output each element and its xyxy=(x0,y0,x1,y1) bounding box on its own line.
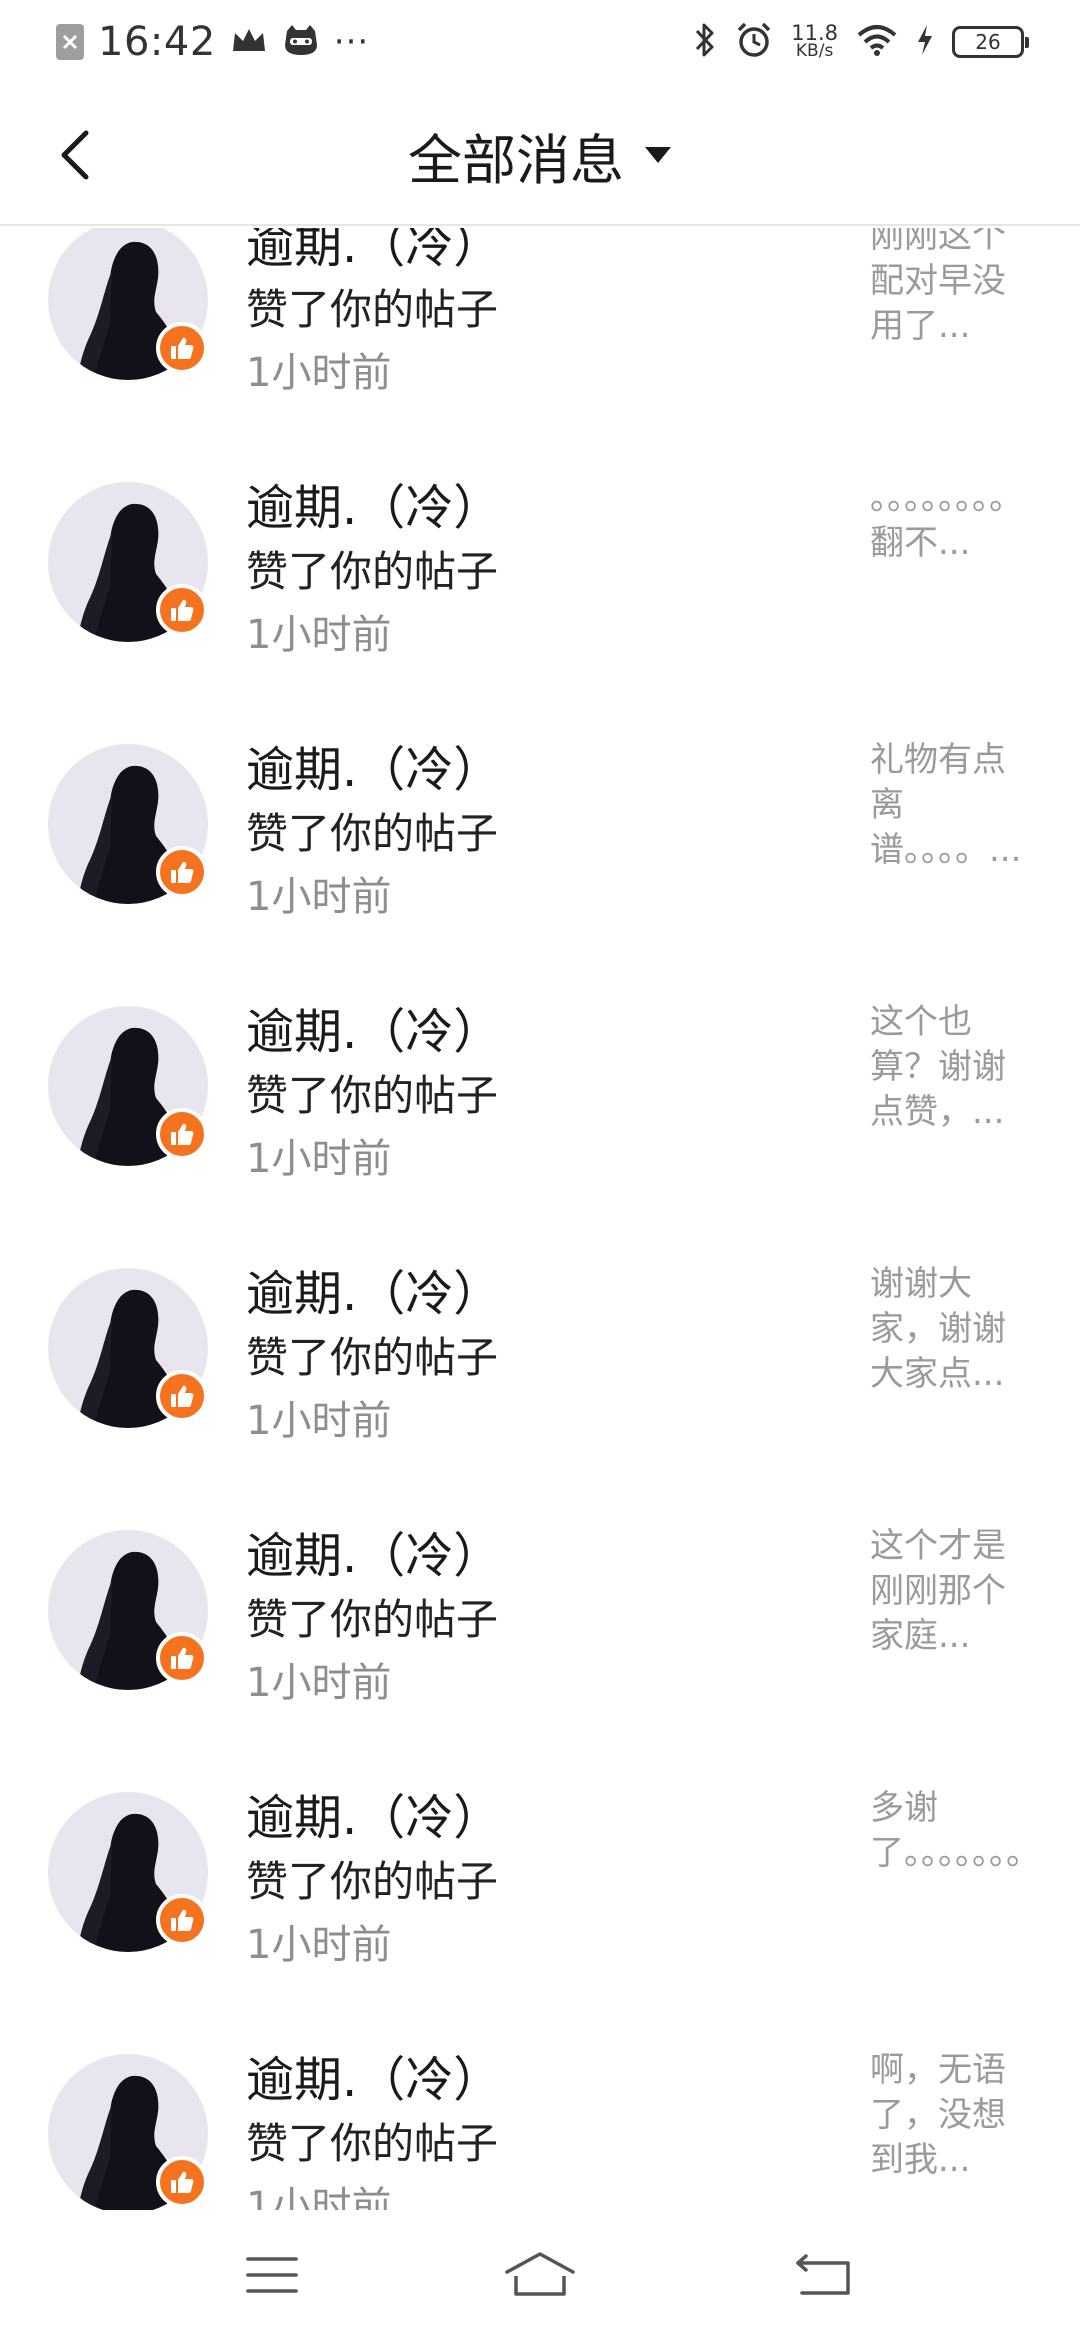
return-icon xyxy=(796,2254,850,2295)
like-badge xyxy=(156,584,208,636)
nav-home-button[interactable] xyxy=(500,2242,580,2308)
sender-name[interactable]: 逾期.（冷） xyxy=(246,992,501,1062)
message-action: 赞了你的帖子 xyxy=(246,1595,499,1644)
like-badge xyxy=(156,846,208,898)
status-time: 16:42 xyxy=(98,19,216,65)
post-preview[interactable]: 刚刚这个配对早没用了... xyxy=(870,228,1030,349)
message-item[interactable]: 逾期.（冷） 赞了你的帖子 1小时前 刚刚这个配对早没用了... xyxy=(0,228,1080,472)
message-item[interactable]: 逾期.（冷） 赞了你的帖子 1小时前 礼物有点离谱。。。。... xyxy=(0,734,1080,996)
message-action: 赞了你的帖子 xyxy=(246,285,499,334)
sender-name[interactable]: 逾期.（冷） xyxy=(246,468,501,538)
system-nav-bar xyxy=(0,2210,1080,2340)
cat-face-icon xyxy=(282,23,320,61)
message-item[interactable]: 逾期.（冷） 赞了你的帖子 1小时前 谢谢大家，谢谢大家点... xyxy=(0,1258,1080,1520)
message-list[interactable]: 逾期.（冷） 赞了你的帖子 1小时前 刚刚这个配对早没用了... 逾期.（冷） 赞了你的帖… xyxy=(0,228,1080,2210)
message-filter-dropdown[interactable]: 全部消息 xyxy=(0,118,1080,192)
nav-back-button[interactable] xyxy=(784,2242,864,2308)
post-preview[interactable]: 多谢了。。。。。。。... xyxy=(870,1786,1030,1876)
like-badge xyxy=(156,2156,208,2208)
nav-menu-button[interactable] xyxy=(232,2242,312,2308)
thumbs-up-icon xyxy=(171,861,194,883)
post-preview[interactable]: 礼物有点离谱。。。。... xyxy=(870,738,1030,873)
sender-name[interactable]: 逾期.（冷） xyxy=(246,1516,501,1586)
thumbs-up-icon xyxy=(171,337,194,359)
message-time: 1小时前 xyxy=(246,350,392,396)
status-bar-left: 16:42 ··· xyxy=(56,19,383,65)
message-time: 1小时前 xyxy=(246,1922,392,1968)
status-bar-right: 11.8 KB/s 26 xyxy=(675,21,1029,63)
sender-name[interactable]: 逾期.（冷） xyxy=(246,228,501,276)
message-item[interactable]: 逾期.（冷）赞了你的帖子1小时前多谢了。。。。。。。... xyxy=(0,1782,1080,2044)
top-header: 全部消息 xyxy=(0,84,1080,226)
network-speed-unit: KB/s xyxy=(795,41,834,61)
post-preview[interactable]: 。。。。。。。。翻不... xyxy=(870,476,1030,566)
message-action: 赞了你的帖子 xyxy=(246,1857,499,1906)
message-time: 1小时前 xyxy=(246,1660,392,1706)
thumbs-up-icon xyxy=(171,1123,194,1145)
message-item[interactable]: 逾期.（冷） 赞了你的帖子 1小时前 这个才是刚刚那个家庭... xyxy=(0,1520,1080,1782)
alarm-clock-icon xyxy=(735,21,773,63)
more-notifications-icon: ··· xyxy=(333,22,370,62)
message-time: 1小时前 xyxy=(246,1398,392,1444)
network-speed-value: 11.8 xyxy=(791,21,838,45)
network-speed: 11.8 KB/s xyxy=(791,21,838,61)
menu-icon xyxy=(246,2257,298,2293)
sender-name[interactable]: 逾期.（冷） xyxy=(246,730,501,800)
page-title: 全部消息 xyxy=(408,128,624,192)
sender-name[interactable]: 逾期.（冷） xyxy=(246,1254,501,1324)
thumbs-up-icon xyxy=(171,599,194,621)
crown-icon xyxy=(230,25,268,59)
post-preview[interactable]: 谢谢大家，谢谢大家点... xyxy=(870,1262,1030,1397)
battery-level: 26 xyxy=(975,30,1001,54)
app-root: 16:42 ··· 11.8 KB/s 26 全部消息 逾期.（冷） 赞了你的帖… xyxy=(0,0,1080,2340)
charging-bolt-icon xyxy=(916,24,934,60)
message-item[interactable]: 逾期.（冷） 赞了你的帖子 1小时前 啊，无语了，没想到我... xyxy=(0,2044,1080,2210)
thumbs-up-icon xyxy=(171,1909,194,1931)
message-time: 1小时前 xyxy=(246,2184,392,2210)
home-icon xyxy=(505,2252,575,2296)
like-badge xyxy=(156,1894,208,1946)
message-action: 赞了你的帖子 xyxy=(246,809,499,858)
post-preview[interactable]: 啊，无语了，没想到我... xyxy=(870,2048,1030,2183)
post-preview[interactable]: 这个也算？谢谢点赞，... xyxy=(870,1000,1030,1135)
message-item[interactable]: 逾期.（冷） 赞了你的帖子 1小时前 这个也算？谢谢点赞，... xyxy=(0,996,1080,1258)
like-badge xyxy=(156,1370,208,1422)
thumbs-up-icon xyxy=(171,2171,194,2193)
message-action: 赞了你的帖子 xyxy=(246,1333,499,1382)
battery-indicator: 26 xyxy=(952,26,1029,58)
message-action: 赞了你的帖子 xyxy=(246,1071,499,1120)
sender-name[interactable]: 逾期.（冷） xyxy=(246,1778,501,1848)
thumbs-up-icon xyxy=(171,1385,194,1407)
like-badge xyxy=(156,1632,208,1684)
notification-app-icon xyxy=(56,24,84,60)
caret-down-icon xyxy=(645,147,671,163)
message-action: 赞了你的帖子 xyxy=(246,2119,499,2168)
message-time: 1小时前 xyxy=(246,874,392,920)
like-badge xyxy=(156,1108,208,1160)
message-action: 赞了你的帖子 xyxy=(246,547,499,596)
message-time: 1小时前 xyxy=(246,612,392,658)
wifi-icon xyxy=(856,24,898,60)
status-bar: 16:42 ··· 11.8 KB/s 26 xyxy=(0,0,1080,84)
like-badge xyxy=(156,322,208,374)
message-time: 1小时前 xyxy=(246,1136,392,1182)
thumbs-up-icon xyxy=(171,1647,194,1669)
sender-name[interactable]: 逾期.（冷） xyxy=(246,2040,501,2110)
message-item[interactable]: 逾期.（冷） 赞了你的帖子 1小时前 。。。。。。。。翻不... xyxy=(0,472,1080,734)
bluetooth-icon xyxy=(693,21,717,63)
post-preview[interactable]: 这个才是刚刚那个家庭... xyxy=(870,1524,1030,1659)
